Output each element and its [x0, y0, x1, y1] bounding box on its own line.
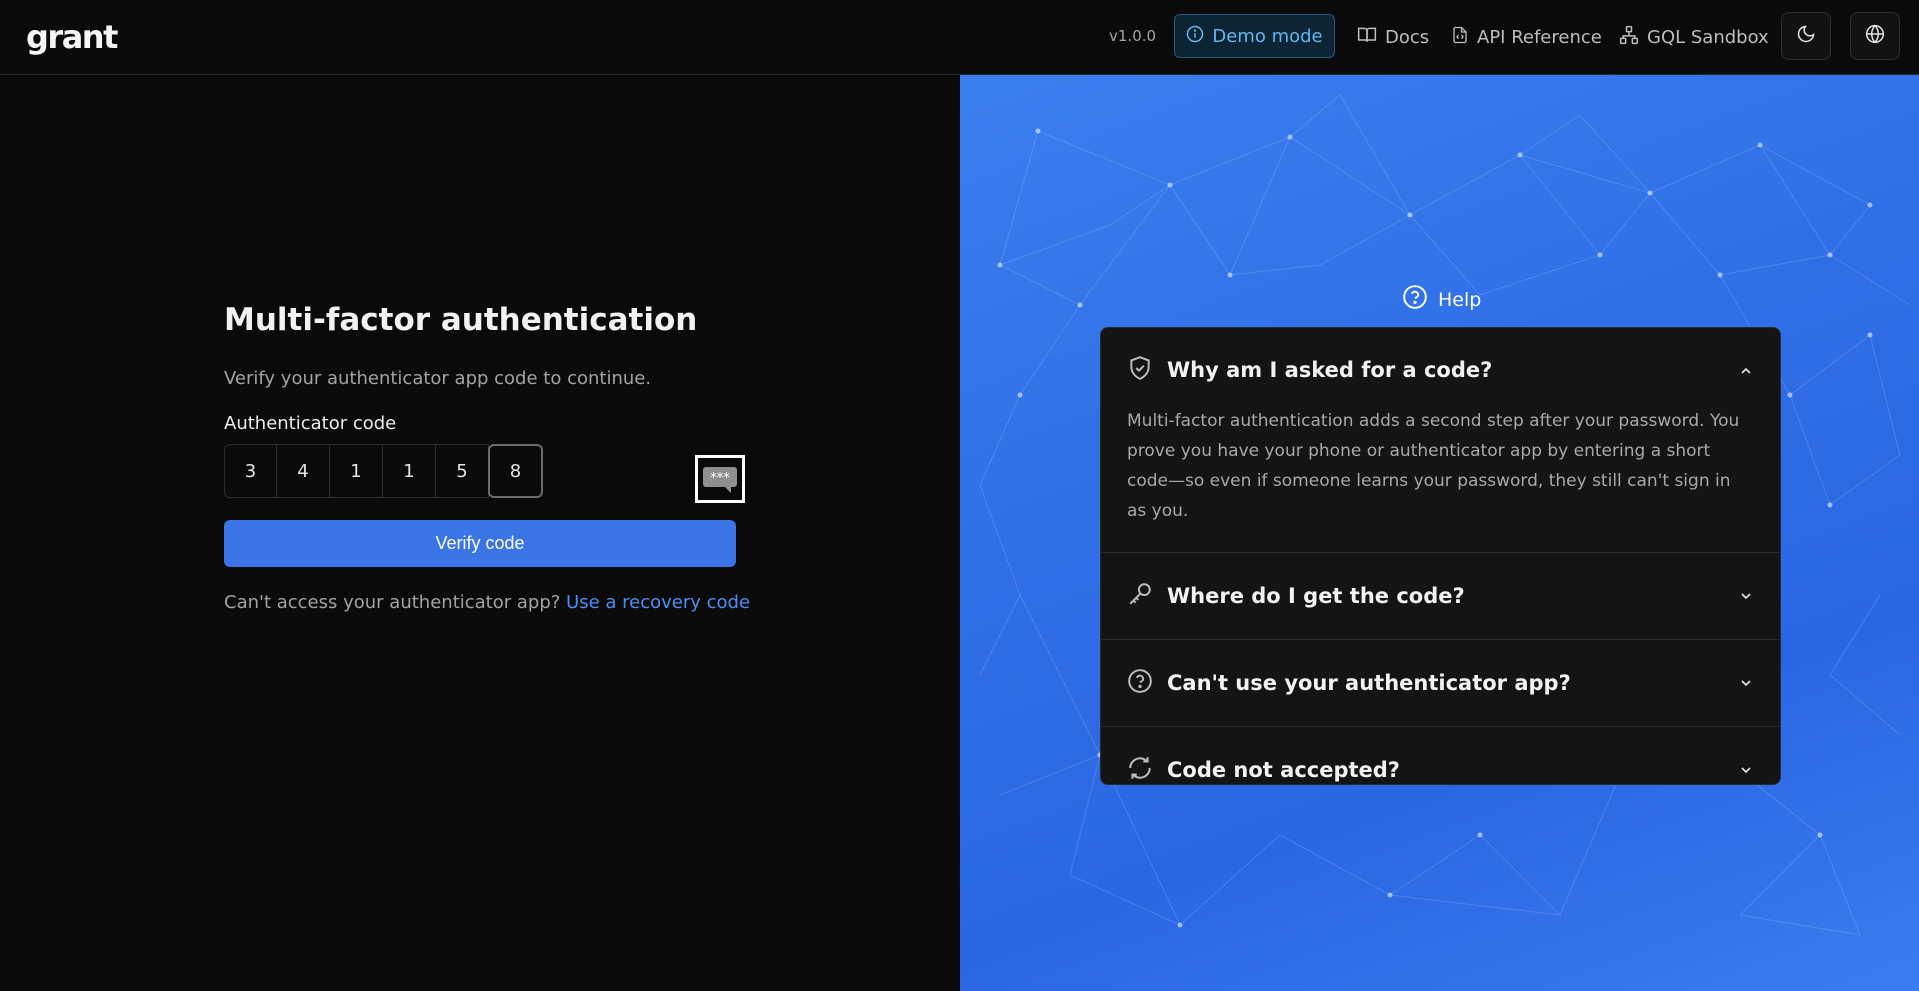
faq-item-code-not-accepted: Code not accepted? — [1101, 727, 1780, 785]
verify-code-button[interactable]: Verify code — [224, 520, 736, 567]
faq-item-cant-use-app: Can't use your authenticator app? — [1101, 640, 1780, 727]
gql-sandbox-link[interactable]: GQL Sandbox — [1619, 22, 1769, 52]
code-field-label: Authenticator code — [224, 413, 397, 434]
globe-icon — [1865, 24, 1885, 48]
language-button[interactable] — [1850, 12, 1900, 60]
help-panel: Help Why am I asked for a code? Multi-fa… — [960, 75, 1919, 991]
recovery-row: Can't access your authenticator app? Use… — [224, 592, 750, 613]
recovery-prompt: Can't access your authenticator app? — [224, 592, 561, 613]
otp-digit-6[interactable]: 8 — [488, 444, 543, 498]
info-icon — [1186, 25, 1204, 48]
shield-check-icon — [1127, 355, 1153, 386]
page-title: Multi-factor authentication — [224, 302, 698, 338]
demo-mode-button[interactable]: Demo mode — [1174, 14, 1335, 58]
version-label: v1.0.0 — [1109, 27, 1157, 45]
chevron-down-icon — [1738, 672, 1754, 696]
otp-digit-2[interactable]: 4 — [277, 444, 330, 498]
top-navbar: grant v1.0.0 Demo mode Docs API Referenc… — [0, 0, 1919, 75]
faq-question: Can't use your authenticator app? — [1167, 671, 1571, 695]
docs-link[interactable]: Docs — [1357, 22, 1429, 52]
api-reference-link[interactable]: API Reference — [1451, 22, 1602, 52]
otp-digit-1[interactable]: 3 — [224, 444, 277, 498]
docs-label: Docs — [1385, 26, 1430, 48]
faq-toggle-cant-use-app[interactable]: Can't use your authenticator app? — [1101, 640, 1780, 726]
otp-input-group: 3 4 1 1 5 8 — [224, 444, 543, 498]
faq-answer: Multi-factor authentication adds a secon… — [1127, 411, 1740, 521]
theme-toggle-button[interactable] — [1781, 12, 1831, 60]
recovery-code-link[interactable]: Use a recovery code — [566, 592, 750, 613]
chevron-down-icon — [1738, 585, 1754, 609]
key-icon — [1127, 581, 1153, 612]
help-label: Help — [1438, 288, 1482, 311]
moon-icon — [1796, 24, 1816, 48]
chevron-down-icon — [1738, 759, 1754, 783]
page-subtitle: Verify your authenticator app code to co… — [224, 368, 652, 389]
chevron-up-icon — [1738, 360, 1754, 384]
faq-toggle-get-code[interactable]: Where do I get the code? — [1101, 553, 1780, 639]
grant-logo[interactable]: grant — [26, 18, 118, 56]
faq-toggle-why-code[interactable]: Why am I asked for a code? — [1101, 328, 1780, 412]
network-icon — [1619, 25, 1639, 50]
faq-item-why-code: Why am I asked for a code? Multi-factor … — [1101, 328, 1780, 553]
api-reference-label: API Reference — [1477, 26, 1602, 48]
question-circle-icon — [1402, 284, 1428, 315]
question-circle-icon — [1127, 668, 1153, 699]
otp-digit-3[interactable]: 1 — [330, 444, 383, 498]
demo-mode-label: Demo mode — [1212, 25, 1323, 47]
help-heading: Help — [1402, 284, 1481, 315]
file-code-icon — [1451, 25, 1469, 50]
faq-accordion: Why am I asked for a code? Multi-factor … — [1100, 327, 1781, 785]
faq-question: Why am I asked for a code? — [1167, 358, 1493, 382]
gql-sandbox-label: GQL Sandbox — [1647, 26, 1769, 48]
refresh-icon — [1127, 755, 1153, 785]
svg-text:***: *** — [710, 471, 730, 486]
otp-digit-4[interactable]: 1 — [383, 444, 436, 498]
faq-toggle-code-not-accepted[interactable]: Code not accepted? — [1101, 727, 1780, 785]
password-manager-icon[interactable]: *** — [695, 455, 745, 503]
faq-item-get-code: Where do I get the code? — [1101, 553, 1780, 640]
faq-question: Code not accepted? — [1167, 758, 1400, 782]
otp-digit-5[interactable]: 5 — [436, 444, 489, 498]
faq-question: Where do I get the code? — [1167, 584, 1465, 608]
book-icon — [1357, 25, 1377, 50]
